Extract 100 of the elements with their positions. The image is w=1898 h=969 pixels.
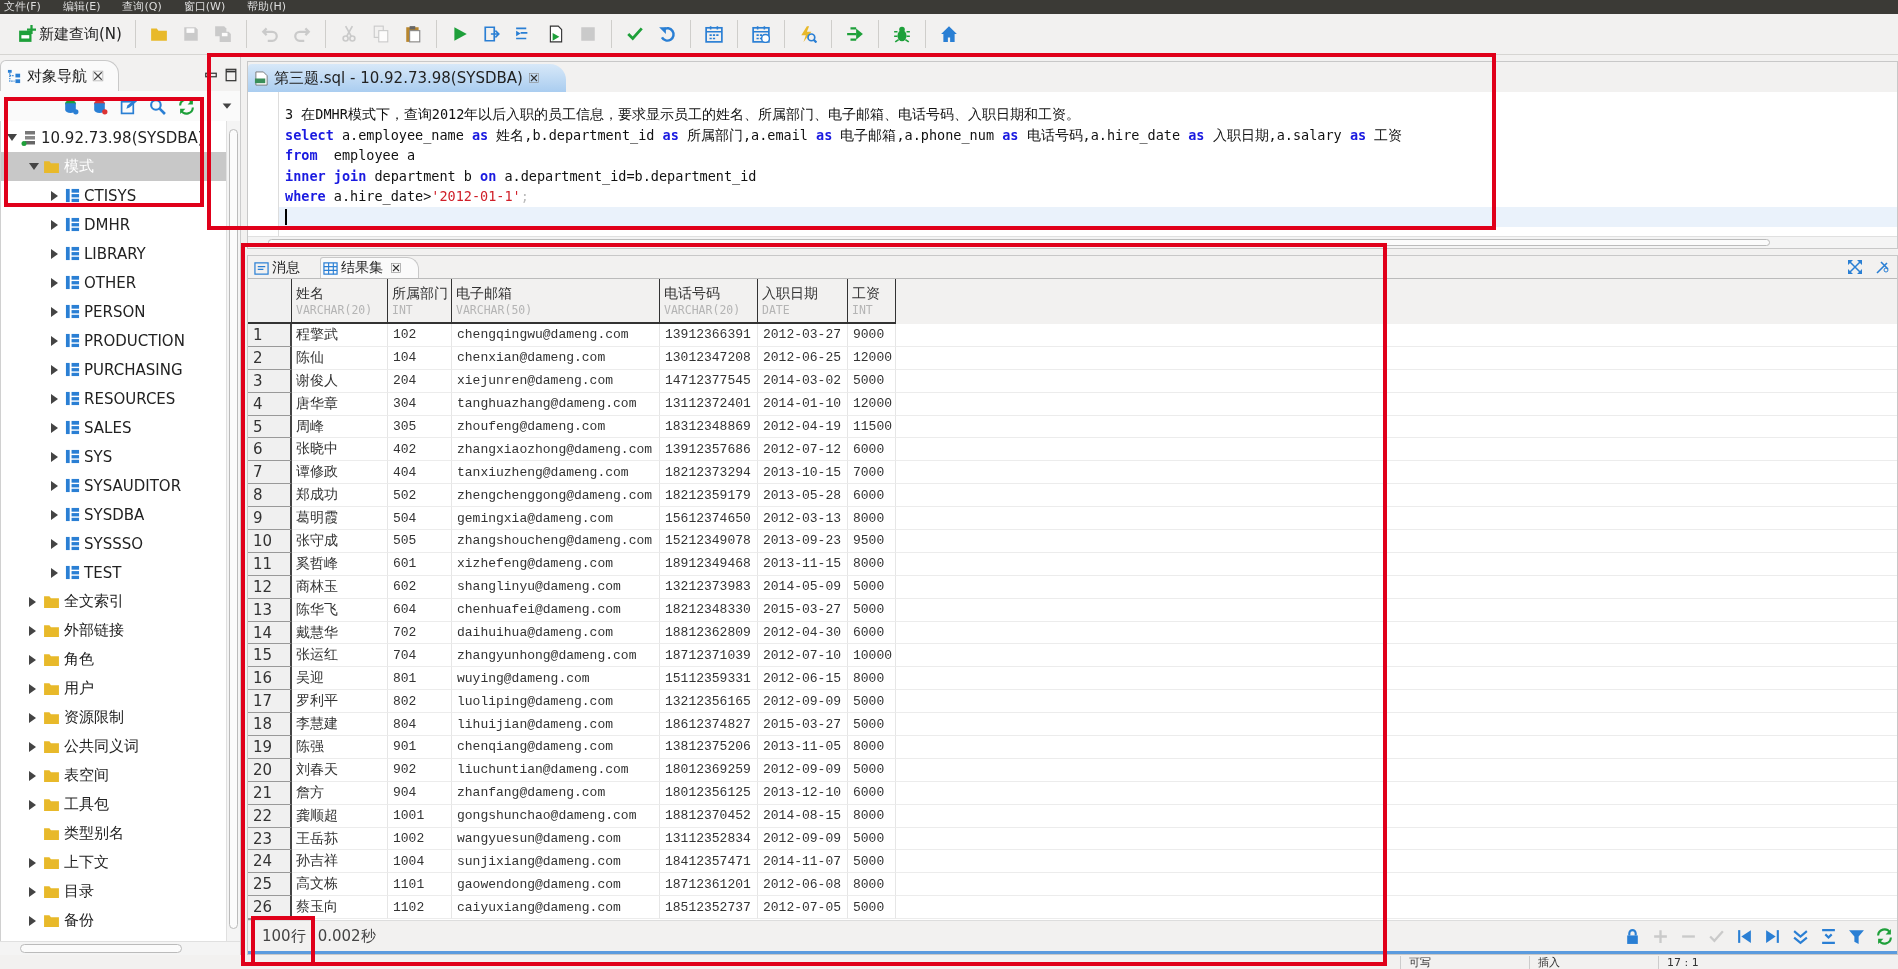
tree-item-label[interactable]: PRODUCTION [84,331,185,350]
tree-item[interactable]: 备份 [1,906,226,935]
result-tab[interactable]: 消息 [252,258,320,278]
expand-arrow[interactable] [29,857,36,868]
expand-arrow[interactable] [29,741,36,752]
new-query-button[interactable]: 新建查询(N) [14,22,126,46]
result-tab[interactable]: 结果集 [320,257,419,278]
tree-item[interactable]: RESOURCES [1,384,226,413]
expand-arrow[interactable] [29,625,36,636]
tree-item-label[interactable]: 备份 [64,911,94,930]
menu-item[interactable]: 帮助(H) [247,0,287,14]
tree-item-label[interactable]: TEST [84,563,122,582]
first-icon[interactable] [1736,927,1753,945]
tree-item[interactable]: 表空间 [1,761,226,790]
horizontal-scrollbar[interactable] [0,941,240,955]
expand-arrow[interactable] [51,538,58,549]
tree-item-label[interactable]: 上下文 [64,853,109,872]
calendar-icon[interactable] [704,25,723,43]
expand-arrow[interactable] [51,422,58,433]
expand-arrow[interactable] [29,799,36,810]
tree-item-label[interactable]: 表空间 [64,766,109,785]
navigator-tab[interactable]: 对象导航 [0,60,119,91]
tree-item[interactable]: LIBRARY [1,239,226,268]
tree-item[interactable]: 目录 [1,877,226,906]
tree-item[interactable]: 上下文 [1,848,226,877]
expand-arrow[interactable] [51,364,58,375]
calendar-clock-icon[interactable] [751,25,770,43]
expand-arrow[interactable] [29,683,36,694]
tree-item-label[interactable]: 全文索引 [64,592,124,611]
tree-item-label[interactable]: 10.92.73.98(SYSDBA) [41,128,204,147]
tree-item-label[interactable]: SALES [84,418,132,437]
column-header[interactable]: 姓名 VARCHAR(20) [292,279,388,324]
tree-item-label[interactable]: 资源限制 [64,708,124,727]
tree-item-label[interactable]: SYSAUDITOR [84,476,182,495]
tree-item[interactable]: PURCHASING [1,355,226,384]
tree-item-label[interactable]: 外部链接 [64,621,124,640]
menu-item[interactable]: 窗口(W) [183,0,226,14]
tree-item[interactable]: 用户 [1,674,226,703]
tree-item-label[interactable]: 用户 [64,679,94,698]
document-arrow-icon[interactable] [482,25,501,43]
tree-item[interactable]: PRODUCTION [1,326,226,355]
menu-item[interactable]: 编辑(E) [62,0,101,14]
tree-item[interactable]: 工具包 [1,790,226,819]
tree-item-label[interactable]: CTISYS [84,186,137,205]
circular-arrow-icon[interactable] [657,25,676,43]
tree-item[interactable]: 10.92.73.98(SYSDBA) [1,123,226,152]
tree-item-label[interactable]: SYSSSO [84,534,144,553]
tree-item-label[interactable]: DMHR [84,215,131,234]
expand-arrow[interactable] [29,886,36,897]
tree-item[interactable]: SYSAUDITOR [1,471,226,500]
expand-arrow[interactable] [51,509,58,520]
filter-icon[interactable] [1848,927,1865,945]
tree-item-label[interactable]: PERSON [84,302,146,321]
check-icon[interactable] [625,25,644,43]
branch-arrow-icon[interactable] [845,25,864,43]
last-icon[interactable] [1764,927,1781,945]
tree-item[interactable]: SYSDBA [1,500,226,529]
expand-arrow[interactable] [51,451,58,462]
expand-arrow[interactable] [29,596,36,607]
tree-item-label[interactable]: OTHER [84,273,137,292]
tree-item-label[interactable]: RESOURCES [84,389,176,408]
cross-arrows-icon[interactable] [1847,259,1863,275]
maximize-icon[interactable] [224,68,238,82]
column-header[interactable]: 入职日期 DATE [758,279,848,324]
column-header[interactable]: 电话号码 VARCHAR(20) [660,279,758,324]
tree-item[interactable]: SYSSSO [1,529,226,558]
tree-item[interactable]: OTHER [1,268,226,297]
close-icon[interactable] [390,262,402,274]
tree-item-label[interactable]: SYSDBA [84,505,145,524]
expand-arrow[interactable] [51,248,58,259]
expand-arrow[interactable] [51,335,58,346]
close-icon[interactable] [92,70,104,82]
bug-icon[interactable] [892,25,911,43]
tree-item[interactable]: PERSON [1,297,226,326]
tree-item-label[interactable]: SYS [84,447,113,466]
collapse-icon[interactable] [1820,927,1837,945]
expand-arrow[interactable] [51,567,58,578]
tree-item[interactable]: 外部链接 [1,616,226,645]
expand-arrow[interactable] [29,770,36,781]
tree-item[interactable]: DMHR [1,210,226,239]
tree-item[interactable]: TEST [1,558,226,587]
tree-item[interactable]: 角色 [1,645,226,674]
menu-item[interactable]: 文件(F) [4,0,41,14]
home-icon[interactable] [939,25,958,43]
tree-item-label[interactable]: 目录 [64,882,94,901]
expand-arrow[interactable] [29,654,36,665]
expand-arrow[interactable] [29,915,36,926]
tree-item[interactable]: SALES [1,413,226,442]
column-header[interactable]: 电子邮箱 VARCHAR(50) [452,279,660,324]
tree-item-label[interactable]: 公共同义词 [64,737,139,756]
refresh-arrows-icon[interactable] [1876,927,1893,945]
menu-item[interactable]: 查询(Q) [122,0,162,14]
tree-item[interactable]: SYS [1,442,226,471]
expand-arrow[interactable] [51,306,58,317]
tree-item-label[interactable]: 工具包 [64,795,109,814]
column-header[interactable]: 所属部门 INT [388,279,452,324]
expand-arrow[interactable] [51,219,58,230]
tree-item-label[interactable]: 角色 [64,650,94,669]
tree-item[interactable]: 公共同义词 [1,732,226,761]
expand-arrow[interactable] [51,190,58,201]
